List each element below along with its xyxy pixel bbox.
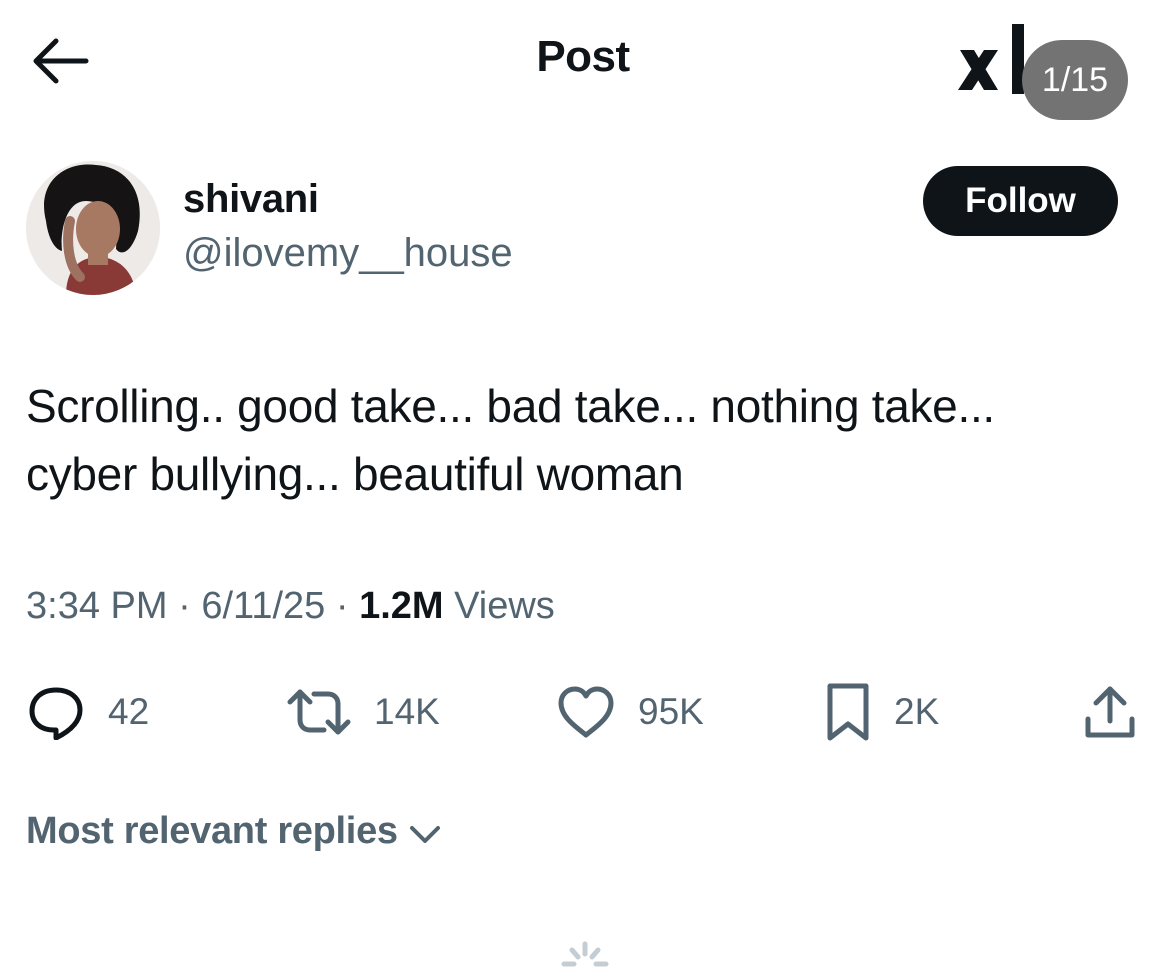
share-icon [1082,683,1138,741]
author-handle[interactable]: @ilovemy__house [183,231,513,276]
separator: · [178,585,191,627]
reply-button[interactable]: 42 [26,682,149,742]
post-text-line: cyber bullying... beautiful woman [26,448,684,500]
media-counter-badge: 1/15 [1022,40,1128,120]
bookmark-count: 2K [894,691,940,732]
avatar[interactable] [26,161,160,295]
repost-button[interactable]: 14K [286,682,440,742]
replies-sort-label: Most relevant replies [26,810,398,852]
follow-button[interactable]: Follow [923,166,1118,236]
reply-count: 42 [108,691,150,732]
reply-icon [26,684,86,740]
author-display-name[interactable]: shivani [183,177,319,222]
bookmark-button[interactable]: 2K [824,682,939,742]
repost-icon [286,684,352,740]
like-count: 95K [638,691,704,732]
chevron-down-icon [408,823,442,845]
like-icon [556,685,616,739]
loading-spinner-icon [560,940,610,970]
views-count: 1.2M [359,585,444,627]
views-label: Views [454,585,555,627]
repost-count: 14K [374,691,440,732]
post-time: 3:34 PM [26,585,168,627]
post-metadata: 3:34 PM · 6/11/25 · 1.2M Views [26,585,555,628]
separator: · [335,585,349,627]
xai-logo-icon [952,20,1030,98]
bookmark-icon [824,682,872,742]
like-button[interactable]: 95K [556,682,704,742]
share-button[interactable] [1082,682,1160,742]
post-text: Scrolling.. good take... bad take... not… [26,372,1136,508]
post-date: 6/11/25 [201,585,326,627]
post-text-line: Scrolling.. good take... bad take... not… [26,380,995,432]
replies-sort-dropdown[interactable]: Most relevant replies [26,810,442,853]
